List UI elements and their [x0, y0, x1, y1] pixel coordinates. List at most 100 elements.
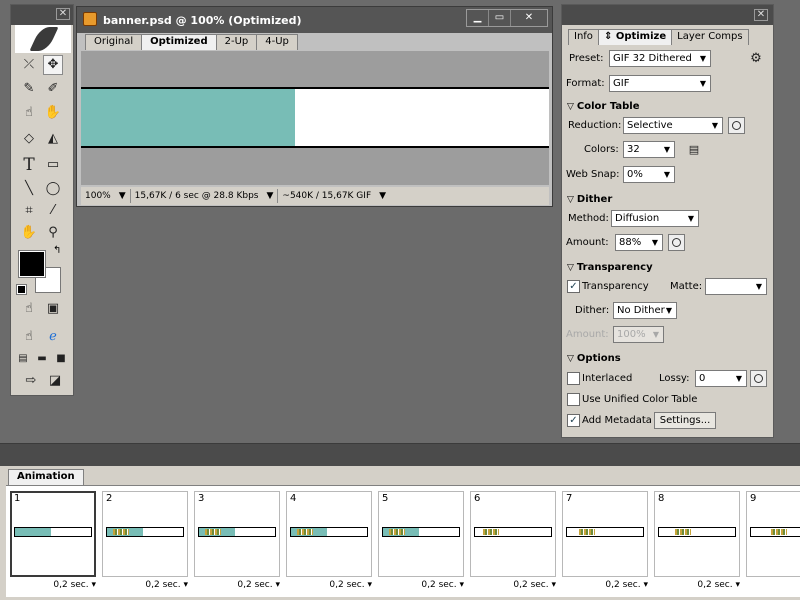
paint-bucket-icon[interactable]: ◭: [43, 129, 63, 149]
tab-4-up[interactable]: 4-Up: [256, 34, 298, 50]
options-section[interactable]: Options: [567, 353, 621, 364]
hand-icon[interactable]: ✋: [19, 223, 39, 243]
swap-colors-icon[interactable]: ↰: [53, 245, 61, 256]
zoom-icon[interactable]: ⚲: [43, 223, 63, 243]
interlaced-checkbox[interactable]: [567, 372, 580, 385]
color-table-section[interactable]: Color Table: [567, 101, 640, 112]
healing-icon[interactable]: ☝: [19, 103, 39, 123]
tab-optimize[interactable]: ⇕ Optimize: [597, 29, 673, 45]
browser-preview-icon[interactable]: ℯ: [43, 327, 63, 347]
default-colors-icon[interactable]: [16, 284, 27, 295]
file-size-info[interactable]: ~540K / 15,67K GIF: [278, 191, 375, 201]
tools-titlebar[interactable]: ✕: [11, 5, 73, 25]
frame-delay[interactable]: 0,2 sec. ▾: [421, 580, 464, 590]
dither-amount-select[interactable]: 88% ▼: [615, 234, 663, 251]
frame-delay[interactable]: 0,2 sec. ▾: [697, 580, 740, 590]
maximize-button[interactable]: ▭: [489, 10, 511, 26]
quickmask-off-icon[interactable]: ☝: [19, 299, 39, 319]
transparency-checkbox[interactable]: ✓: [567, 280, 580, 293]
animation-frame[interactable]: 5 0,2 sec. ▾: [378, 491, 464, 595]
ellipse-icon[interactable]: ◯: [43, 179, 63, 199]
screen-mode-full-menu-icon[interactable]: ▬: [32, 349, 52, 369]
tab-original[interactable]: Original: [85, 34, 143, 50]
close-icon[interactable]: ✕: [754, 9, 768, 21]
optimize-titlebar[interactable]: ✕: [562, 5, 773, 25]
unified-color-table-checkbox[interactable]: [567, 393, 580, 406]
info1-arrow-icon[interactable]: ▼: [262, 191, 277, 201]
add-metadata-label: Add Metadata: [582, 415, 652, 426]
settings-button[interactable]: Settings...: [654, 412, 716, 429]
animation-frame[interactable]: 7 0,2 sec. ▾: [562, 491, 648, 595]
add-metadata-checkbox[interactable]: ✓: [567, 414, 580, 427]
color-table-icon[interactable]: ▤: [684, 140, 704, 160]
animation-titlebar[interactable]: [0, 444, 800, 466]
animation-frame[interactable]: 4 0,2 sec. ▾: [286, 491, 372, 595]
document-titlebar[interactable]: banner.psd @ 100% (Optimized) ▁ ▭ ✕: [77, 7, 552, 33]
zoom-arrow-icon[interactable]: ▼: [115, 191, 130, 201]
frame-delay[interactable]: 0,2 sec. ▾: [329, 580, 372, 590]
frame-thumbnail: [474, 527, 552, 537]
transparency-amount-select[interactable]: 100% ▼: [613, 326, 664, 343]
close-icon[interactable]: ✕: [56, 8, 70, 20]
move-icon[interactable]: ✥: [43, 55, 63, 75]
format-select[interactable]: GIF ▼: [609, 75, 711, 92]
foreground-color-swatch[interactable]: [18, 250, 46, 278]
line-icon[interactable]: ╲: [19, 179, 39, 199]
transparency-section[interactable]: Transparency: [567, 262, 653, 273]
dither-options-button[interactable]: [668, 234, 685, 251]
animation-frame[interactable]: 8 0,2 sec. ▾: [654, 491, 740, 595]
jump-to-imageready-icon[interactable]: ⇨: [21, 371, 41, 391]
frame-number: 9: [750, 493, 757, 504]
minimize-button[interactable]: ▁: [467, 10, 489, 26]
eraser-icon[interactable]: ◇: [19, 129, 39, 149]
tab-info[interactable]: Info: [568, 29, 599, 45]
frame-delay[interactable]: 0,2 sec. ▾: [237, 580, 280, 590]
optimize-menu-icon[interactable]: ⚙: [746, 49, 766, 69]
animation-controls[interactable]: [6, 593, 800, 600]
tab-optimized[interactable]: Optimized: [141, 34, 217, 50]
web-snap-select[interactable]: 0% ▼: [623, 166, 675, 183]
circle-icon: [732, 121, 741, 130]
zoom-value[interactable]: 100%: [81, 191, 115, 201]
tab-animation[interactable]: Animation: [8, 469, 84, 485]
crop-tool-icon[interactable]: ⌗: [19, 201, 39, 221]
matte-select[interactable]: ▼: [705, 278, 767, 295]
edit-in-icon[interactable]: ◪: [45, 371, 65, 391]
dither-section[interactable]: Dither: [567, 194, 612, 205]
colors-select[interactable]: 32 ▼: [623, 141, 675, 158]
frame-delay[interactable]: 0,2 sec. ▾: [605, 580, 648, 590]
magic-wand-icon[interactable]: ✐: [43, 79, 63, 99]
banner-image[interactable]: [81, 87, 549, 148]
screen-mode-full-icon[interactable]: ■: [51, 349, 71, 369]
eyedropper-icon[interactable]: ⁄: [43, 201, 63, 221]
quickmask-on-icon[interactable]: ▣: [43, 299, 63, 319]
type-icon[interactable]: T: [19, 155, 39, 175]
download-time-info[interactable]: 15,67K / 6 sec @ 28.8 Kbps: [131, 191, 263, 201]
reduction-options-button[interactable]: [728, 117, 745, 134]
animation-frame[interactable]: 9: [746, 491, 800, 595]
canvas-area[interactable]: [81, 51, 549, 185]
close-button[interactable]: ✕: [511, 10, 547, 26]
frame-delay[interactable]: 0,2 sec. ▾: [145, 580, 188, 590]
frame-delay[interactable]: 0,2 sec. ▾: [53, 580, 96, 590]
brush-icon[interactable]: ✋: [43, 103, 63, 123]
dither-method-select[interactable]: Diffusion ▼: [611, 210, 699, 227]
rectangle-icon[interactable]: ▭: [43, 155, 63, 175]
animation-frame[interactable]: 6 0,2 sec. ▾: [470, 491, 556, 595]
rollover-icon[interactable]: ☝: [19, 327, 39, 347]
animation-frame[interactable]: 1 0,2 sec. ▾: [10, 491, 96, 595]
lossy-options-button[interactable]: [750, 370, 767, 387]
animation-frame[interactable]: 3 0,2 sec. ▾: [194, 491, 280, 595]
reduction-select[interactable]: Selective ▼: [623, 117, 723, 134]
tab-layer-comps[interactable]: Layer Comps: [671, 29, 749, 45]
transparency-dither-select[interactable]: No Dither ▼: [613, 302, 677, 319]
frame-delay[interactable]: 0,2 sec. ▾: [513, 580, 556, 590]
screen-mode-standard-icon[interactable]: ▤: [13, 349, 33, 369]
preset-select[interactable]: GIF 32 Dithered ▼: [609, 50, 711, 67]
lasso-icon[interactable]: ✎: [19, 79, 39, 99]
lossy-select[interactable]: 0 ▼: [695, 370, 747, 387]
animation-frame[interactable]: 2 0,2 sec. ▾: [102, 491, 188, 595]
tab-2-up[interactable]: 2-Up: [215, 34, 258, 50]
marquee-icon[interactable]: ⤫: [19, 55, 39, 75]
info2-arrow-icon[interactable]: ▼: [375, 191, 390, 201]
